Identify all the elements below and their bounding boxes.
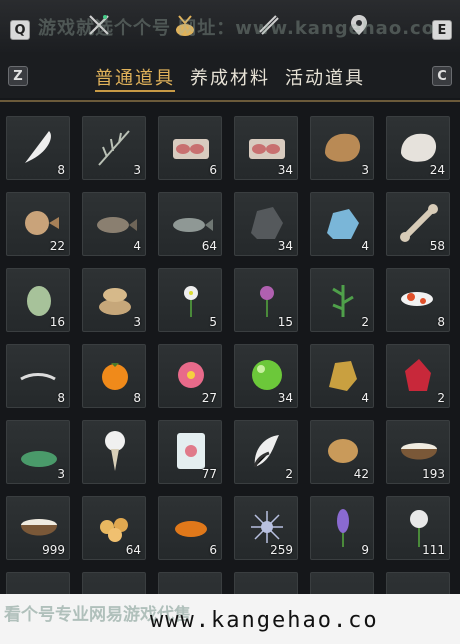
inventory-slot[interactable]: 16	[6, 268, 70, 332]
inventory-slot[interactable]: 3	[82, 268, 146, 332]
item-count: 77	[201, 467, 217, 481]
inventory-slot[interactable]: 34	[234, 116, 298, 180]
inventory-slot[interactable]	[310, 572, 374, 594]
inventory-slot[interactable]: 111	[386, 496, 450, 560]
inventory-slot[interactable]: 999	[6, 496, 70, 560]
inventory-slot[interactable]: 193	[386, 420, 450, 484]
item-count: 8	[437, 315, 445, 329]
inventory-slot[interactable]	[158, 572, 222, 594]
inventory-slot[interactable]	[386, 572, 450, 594]
item-count: 193	[422, 467, 445, 481]
item-count: 58	[429, 239, 445, 253]
inventory-slot[interactable]	[82, 572, 146, 594]
money-pouch-icon[interactable]	[172, 12, 198, 38]
inventory-slot[interactable]: 9	[310, 496, 374, 560]
inventory-slot[interactable]	[234, 572, 298, 594]
item-count: 15	[277, 315, 293, 329]
inventory-slot[interactable]: 8	[386, 268, 450, 332]
item-count: 42	[353, 467, 369, 481]
inventory-grid: 8 3 6 34 3 24 22 4 64 34 4 58 16 3 5 15 2 8 8 8 27 34 4 2 3 77 2 42…	[0, 104, 460, 594]
inventory-slot[interactable]: 64	[82, 496, 146, 560]
inventory-slot[interactable]: 4	[310, 344, 374, 408]
inventory-slot[interactable]: 8	[82, 344, 146, 408]
item-count: 2	[361, 315, 369, 329]
item-count: 4	[361, 391, 369, 405]
key-z-prev-tab[interactable]: Z	[8, 66, 28, 86]
tab-growth-materials[interactable]: 养成材料	[190, 64, 270, 90]
item-count: 27	[201, 391, 217, 405]
inventory-slot[interactable]: 5	[158, 268, 222, 332]
tab-event-items[interactable]: 活动道具	[285, 64, 365, 90]
item-count: 34	[277, 391, 293, 405]
item-count: 34	[277, 239, 293, 253]
inventory-slot[interactable]: 27	[158, 344, 222, 408]
item-count: 3	[133, 163, 141, 177]
crossed-swords-icon[interactable]	[86, 12, 112, 38]
tab-divider	[0, 100, 460, 102]
item-count: 2	[285, 467, 293, 481]
inventory-slot[interactable]: 4	[310, 192, 374, 256]
item-count: 4	[361, 239, 369, 253]
item-count: 22	[49, 239, 65, 253]
item-count: 8	[133, 391, 141, 405]
inventory-slot[interactable]: 15	[234, 268, 298, 332]
scroll-icon[interactable]	[256, 12, 282, 38]
active-tab-underline	[95, 90, 175, 92]
item-count: 259	[270, 543, 293, 557]
inventory-slot[interactable]: 34	[234, 192, 298, 256]
item-count: 24	[429, 163, 445, 177]
inventory-slot[interactable]: 2	[310, 268, 374, 332]
item-count: 9	[361, 543, 369, 557]
inventory-slot[interactable]: 24	[386, 116, 450, 180]
inventory-slot[interactable]: 64	[158, 192, 222, 256]
top-bar: Q E 游戏就选个个号 网址：www.kangehao.co	[0, 0, 460, 53]
inventory-slot[interactable]: 2	[234, 420, 298, 484]
item-count: 6	[209, 163, 217, 177]
item-count: 4	[133, 239, 141, 253]
inventory-slot[interactable]: 3	[6, 420, 70, 484]
inventory-slot[interactable]: 34	[234, 344, 298, 408]
item-count: 34	[277, 163, 293, 177]
item-count: 6	[209, 543, 217, 557]
inventory-slot[interactable]: 58	[386, 192, 450, 256]
key-e-next[interactable]: E	[432, 20, 452, 40]
item-count: 111	[422, 543, 445, 557]
location-pin-icon[interactable]	[346, 12, 372, 38]
site-url: www.kangehao.co	[150, 608, 379, 633]
item-count: 999	[42, 543, 65, 557]
item-count: 8	[57, 391, 65, 405]
inventory-slot[interactable]: 2	[386, 344, 450, 408]
inventory-slot[interactable]: 22	[6, 192, 70, 256]
inventory-slot[interactable]: 3	[82, 116, 146, 180]
tab-bar: Z 普通道具 养成材料 活动道具 C	[0, 52, 460, 98]
item-count: 64	[201, 239, 217, 253]
inventory-slot[interactable]: 77	[158, 420, 222, 484]
inventory-slot[interactable]	[6, 572, 70, 594]
inventory-slot[interactable]: 6	[158, 496, 222, 560]
item-count: 5	[209, 315, 217, 329]
item-count: 8	[57, 163, 65, 177]
tab-common-items[interactable]: 普通道具	[95, 64, 175, 90]
inventory-slot[interactable]	[82, 420, 146, 484]
item-count: 2	[437, 391, 445, 405]
item-count: 16	[49, 315, 65, 329]
key-c-next-tab[interactable]: C	[432, 66, 452, 86]
inventory-slot[interactable]: 4	[82, 192, 146, 256]
inventory-slot[interactable]: 6	[158, 116, 222, 180]
item-count: 3	[361, 163, 369, 177]
item-count: 3	[133, 315, 141, 329]
item-count: 3	[57, 467, 65, 481]
inventory-slot[interactable]: 8	[6, 344, 70, 408]
inventory-slot[interactable]: 259	[234, 496, 298, 560]
key-q-prev[interactable]: Q	[10, 20, 30, 40]
item-count: 64	[125, 543, 141, 557]
inventory-slot[interactable]: 3	[310, 116, 374, 180]
inventory-slot[interactable]: 8	[6, 116, 70, 180]
inventory-slot[interactable]: 42	[310, 420, 374, 484]
